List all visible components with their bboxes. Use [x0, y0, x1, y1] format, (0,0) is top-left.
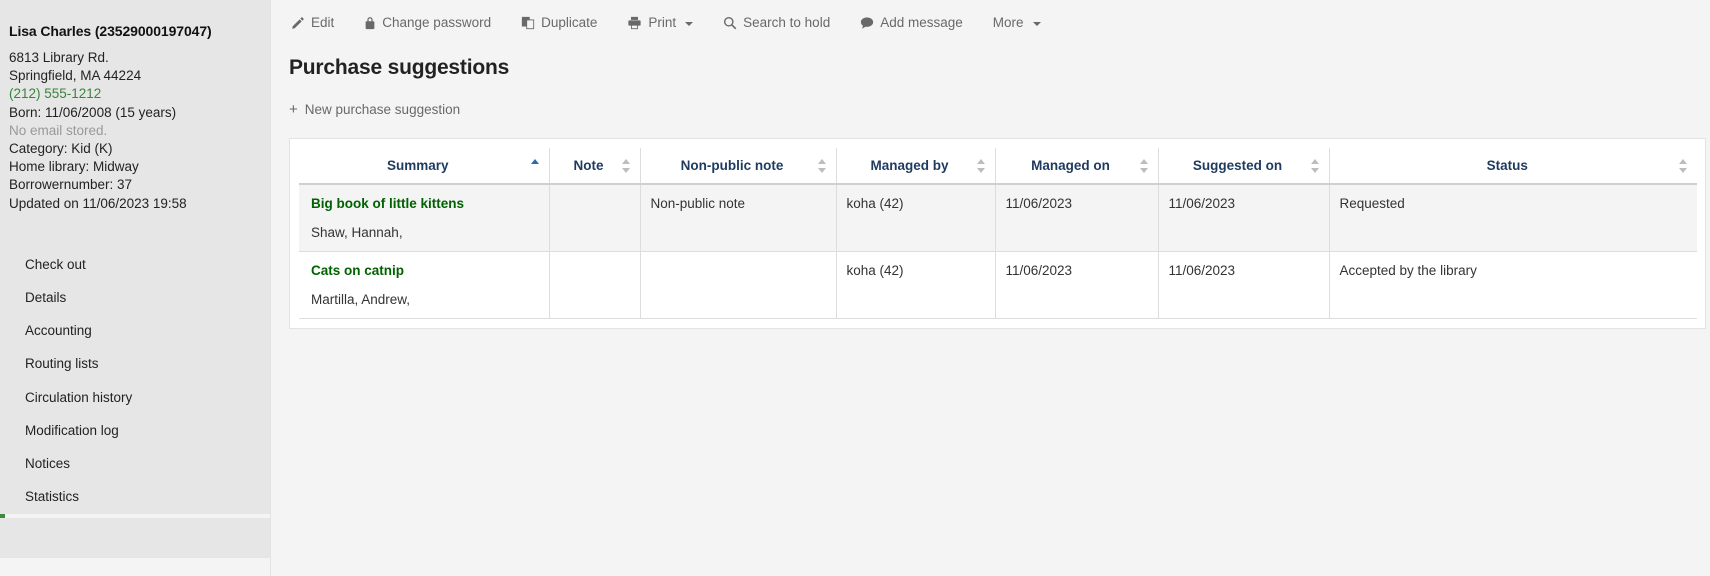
search-to-hold-label: Search to hold [743, 15, 830, 30]
cell-note [549, 252, 640, 319]
duplicate-button[interactable]: Duplicate [519, 13, 611, 32]
cell-summary: Big book of little kittens Shaw, Hannah, [299, 184, 549, 252]
patron-borrowernumber: Borrowernumber: 37 [9, 176, 254, 194]
cell-suggested-on: 11/06/2023 [1158, 184, 1329, 252]
sort-toggle-icon[interactable] [1140, 159, 1149, 173]
patron-purchase-suggestions-page: Lisa Charles (23529000197047) 6813 Libra… [0, 0, 1710, 576]
new-suggestion-toolbar: + New purchase suggestion [289, 100, 1706, 119]
suggestion-title-link[interactable]: Cats on catnip [311, 263, 539, 278]
sidebar-footer-spacer [0, 518, 270, 576]
new-purchase-suggestion-label: New purchase suggestion [305, 102, 460, 117]
more-button[interactable]: More [991, 13, 1055, 32]
column-header-managed-on-label: Managed on [1031, 158, 1110, 173]
search-to-hold-button[interactable]: Search to hold [721, 13, 844, 32]
edit-label: Edit [311, 15, 334, 30]
page-title: Purchase suggestions [289, 56, 1706, 80]
patron-address-line-1: 6813 Library Rd. [9, 49, 254, 67]
column-header-suggested-on-label: Suggested on [1193, 158, 1282, 173]
sort-ascending-icon[interactable] [531, 159, 540, 173]
edit-button[interactable]: Edit [289, 13, 348, 32]
patron-address-line-2: Springfield, MA 44224 [9, 67, 254, 85]
chevron-down-icon [685, 22, 693, 26]
cell-status: Requested [1329, 184, 1697, 252]
sort-toggle-icon[interactable] [1311, 159, 1320, 173]
sidebar-item-routing-lists[interactable]: Routing lists [0, 348, 270, 381]
purchase-suggestions-table: Summary Note Non-public note Manage [299, 148, 1697, 319]
table-header: Summary Note Non-public note Manage [299, 148, 1697, 184]
change-password-button[interactable]: Change password [362, 13, 505, 32]
sort-toggle-icon[interactable] [622, 159, 631, 173]
column-header-non-public-note-label: Non-public note [681, 158, 784, 173]
more-label: More [993, 15, 1024, 30]
patron-category: Category: Kid (K) [9, 140, 254, 158]
table-body: Big book of little kittens Shaw, Hannah,… [299, 184, 1697, 319]
duplicate-label: Duplicate [541, 15, 597, 30]
patron-date-of-birth: Born: 11/06/2008 (15 years) [9, 104, 254, 122]
sort-toggle-icon[interactable] [818, 159, 827, 173]
cell-status: Accepted by the library [1329, 252, 1697, 319]
sidebar-item-notices[interactable]: Notices [0, 448, 270, 481]
print-button[interactable]: Print [625, 13, 707, 32]
column-header-summary-label: Summary [387, 158, 449, 173]
cell-note [549, 184, 640, 252]
cell-suggested-on: 11/06/2023 [1158, 252, 1329, 319]
patron-toolbar: Edit Change password Duplicate Print [271, 0, 1706, 44]
column-header-managed-by-label: Managed by [870, 158, 948, 173]
cell-managed-on: 11/06/2023 [995, 184, 1158, 252]
column-header-managed-on[interactable]: Managed on [995, 148, 1158, 184]
cell-non-public-note: Non-public note [640, 184, 836, 252]
chevron-down-icon [1033, 22, 1041, 26]
column-header-note-label: Note [574, 158, 604, 173]
patron-sidebar: Lisa Charles (23529000197047) 6813 Libra… [0, 0, 271, 576]
sidebar-item-modification-log[interactable]: Modification log [0, 415, 270, 448]
column-header-suggested-on[interactable]: Suggested on [1158, 148, 1329, 184]
patron-summary-block: Lisa Charles (23529000197047) 6813 Libra… [0, 0, 270, 219]
add-message-button[interactable]: Add message [858, 13, 977, 32]
column-header-status[interactable]: Status [1329, 148, 1697, 184]
cell-managed-on: 11/06/2023 [995, 252, 1158, 319]
printer-icon [627, 16, 642, 30]
patron-name: Lisa Charles (23529000197047) [9, 22, 254, 41]
suggestion-author: Martilla, Andrew, [311, 292, 539, 307]
sidebar-bottom-stripe [0, 558, 270, 576]
table-header-row: Summary Note Non-public note Manage [299, 148, 1697, 184]
table-row: Big book of little kittens Shaw, Hannah,… [299, 184, 1697, 252]
column-header-non-public-note[interactable]: Non-public note [640, 148, 836, 184]
suggestion-title-link[interactable]: Big book of little kittens [311, 196, 539, 211]
sort-toggle-icon[interactable] [1679, 159, 1688, 173]
copy-icon [521, 16, 535, 30]
new-purchase-suggestion-button[interactable]: + New purchase suggestion [289, 100, 460, 119]
sidebar-item-statistics[interactable]: Statistics [0, 481, 270, 514]
suggestion-author: Shaw, Hannah, [311, 225, 539, 240]
patron-phone: (212) 555-1212 [9, 85, 254, 103]
comment-icon [860, 16, 874, 30]
column-header-summary[interactable]: Summary [299, 148, 549, 184]
lock-icon [364, 16, 376, 30]
purchase-suggestions-table-card: Summary Note Non-public note Manage [289, 138, 1706, 329]
search-icon [723, 16, 737, 30]
patron-home-library: Home library: Midway [9, 158, 254, 176]
sidebar-item-check-out[interactable]: Check out [0, 249, 270, 282]
patron-updated-on: Updated on 11/06/2023 19:58 [9, 195, 254, 213]
add-message-label: Add message [880, 15, 963, 30]
sort-toggle-icon[interactable] [977, 159, 986, 173]
main-content: Edit Change password Duplicate Print [271, 0, 1710, 576]
pencil-icon [291, 16, 305, 30]
print-label: Print [648, 15, 676, 30]
table-row: Cats on catnip Martilla, Andrew, koha (4… [299, 252, 1697, 319]
column-header-note[interactable]: Note [549, 148, 640, 184]
column-header-managed-by[interactable]: Managed by [836, 148, 995, 184]
cell-non-public-note [640, 252, 836, 319]
patron-email-status: No email stored. [9, 122, 254, 140]
sidebar-item-accounting[interactable]: Accounting [0, 315, 270, 348]
plus-icon: + [289, 102, 298, 117]
cell-managed-by: koha (42) [836, 184, 995, 252]
column-header-status-label: Status [1487, 158, 1528, 173]
change-password-label: Change password [382, 15, 491, 30]
patron-nav-menu: Check out Details Accounting Routing lis… [0, 249, 270, 548]
sidebar-item-circulation-history[interactable]: Circulation history [0, 382, 270, 415]
cell-managed-by: koha (42) [836, 252, 995, 319]
cell-summary: Cats on catnip Martilla, Andrew, [299, 252, 549, 319]
sidebar-item-details[interactable]: Details [0, 282, 270, 315]
